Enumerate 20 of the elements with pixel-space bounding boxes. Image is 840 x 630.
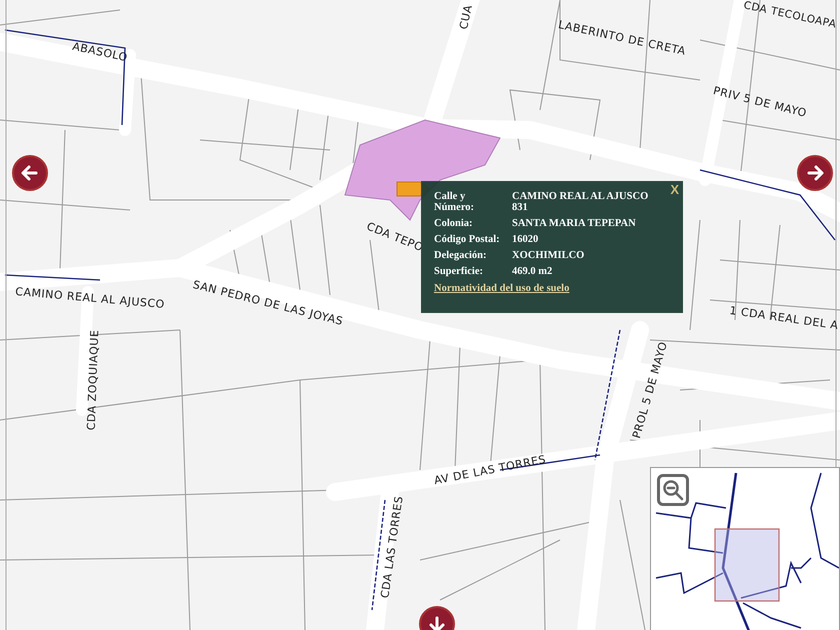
street-label: CDA ZOQUIAQUE [84, 330, 102, 430]
street-label: CUA [457, 4, 475, 30]
field-value: 469.0 m2 [512, 266, 554, 278]
street-label: CDA LAS TORRES [378, 495, 406, 599]
field-label: Superficie: [434, 266, 484, 278]
street-label: PROL 5 DE MAYO [630, 340, 670, 440]
street-label: SAN PEDRO DE LAS JOYAS [192, 278, 344, 328]
street-label: 1 CDA REAL DEL A [728, 304, 840, 332]
street-label: AV DE LAS TORRES [432, 452, 548, 488]
field-label: Código Postal: [434, 234, 500, 246]
field-label: Delegación: [434, 250, 488, 262]
field-value: 16020 [512, 234, 540, 246]
street-label: PRIV 5 DE MAYO [712, 84, 808, 120]
field-label: Calle y Número: [434, 191, 476, 214]
field-value: CAMINO REAL AL AJUSCO 831 [512, 191, 650, 214]
field-value: XOCHIMILCO [512, 250, 586, 262]
field-label: Colonia: [434, 218, 474, 230]
street-label: CAMINO REAL AL AJUSCO [14, 285, 166, 311]
field-value: SANTA MARIA TEPEPAN [512, 218, 637, 230]
street-label: ABASOLO [71, 40, 129, 64]
